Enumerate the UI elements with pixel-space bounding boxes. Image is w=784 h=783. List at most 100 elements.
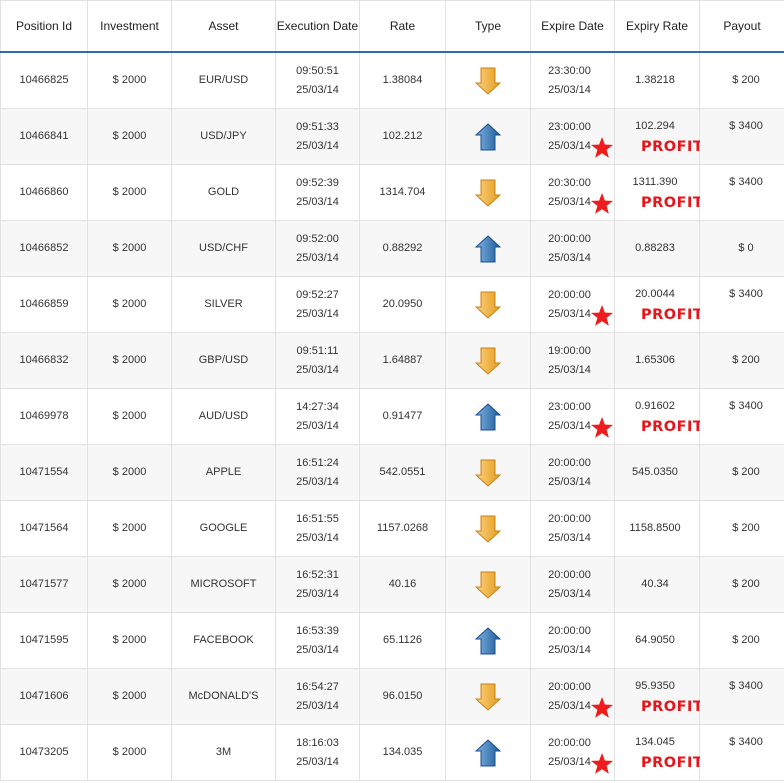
rate-value: 542.0551 (379, 466, 426, 479)
cell-asset: 3M (171, 724, 276, 781)
cell-payout: $ 200 (699, 444, 784, 501)
cell-rate: 0.88292 (359, 220, 446, 277)
cell-investment: $ 2000 (87, 164, 172, 221)
cell-execution-date: 16:51:55 25/03/14 (275, 500, 360, 557)
table-row[interactable]: 10469978 $ 2000 AUD/USD 14:27:34 25/03/14 0.9… (0, 388, 784, 445)
rate-value: 134.035 (382, 746, 423, 759)
expiry-rate-value: 20.0044 (635, 288, 675, 301)
header-payout[interactable]: Payout (699, 0, 784, 53)
execution-time: 09:51:33 (296, 121, 339, 134)
cell-type (445, 164, 531, 221)
star-icon (591, 193, 613, 214)
cell-expire-date: 20:00:00 25/03/14 (530, 276, 615, 333)
header-execution-date[interactable]: Execution Date (275, 0, 360, 53)
cell-investment: $ 2000 (87, 388, 172, 445)
cell-rate: 542.0551 (359, 444, 446, 501)
table-row[interactable]: 10466852 $ 2000 USD/CHF 09:52:00 25/03/14 0.8… (0, 220, 784, 277)
cell-rate: 65.1126 (359, 612, 446, 669)
cell-asset: EUR/USD (171, 51, 276, 109)
position-id: 10473205 (19, 746, 69, 759)
table-row[interactable]: 10473205 $ 2000 3M 18:16:03 25/03/14 134.035 2… (0, 724, 784, 781)
position-id: 10471577 (19, 578, 69, 591)
payout-value: $ 200 (732, 578, 760, 591)
cell-payout: $ 3400 (699, 668, 784, 725)
cell-rate: 40.16 (359, 556, 446, 613)
star-icon (591, 753, 613, 774)
table-row[interactable]: 10466825 $ 2000 EUR/USD 09:50:51 25/03/14 1.3… (0, 51, 784, 109)
investment-value: $ 2000 (112, 298, 147, 311)
cell-asset: GOOGLE (171, 500, 276, 557)
header-asset[interactable]: Asset (171, 0, 276, 53)
header-expire-date[interactable]: Expire Date (530, 0, 615, 53)
payout-value: $ 200 (732, 74, 760, 87)
cell-execution-date: 09:52:00 25/03/14 (275, 220, 360, 277)
asset-name: FACEBOOK (193, 634, 254, 647)
cell-rate: 102.212 (359, 108, 446, 165)
execution-date: 25/03/14 (296, 475, 339, 488)
cell-expire-date: 20:00:00 25/03/14 (530, 724, 615, 781)
cell-position-id: 10466841 (0, 108, 88, 165)
execution-date: 25/03/14 (296, 251, 339, 264)
cell-expiry-rate: 20.0044 PROFIT 1400 (614, 276, 751, 333)
cell-expiry-rate: 102.294 PROFIT 1400 (614, 108, 751, 165)
table-row[interactable]: 10466841 $ 2000 USD/JPY 09:51:33 25/03/14 102… (0, 108, 784, 165)
table-row[interactable]: 10471577 $ 2000 MICROSOFT 16:52:31 25/03/14 4… (0, 556, 784, 613)
cell-rate: 1157.0268 (359, 500, 446, 557)
execution-time: 09:52:27 (296, 289, 339, 302)
cell-type (445, 332, 531, 389)
table-row[interactable]: 10471554 $ 2000 APPLE 16:51:24 25/03/14 542.0… (0, 444, 784, 501)
header-investment[interactable]: Investment (87, 0, 172, 53)
cell-type (445, 668, 531, 725)
cell-expiry-rate: 0.91602 PROFIT 1400 (614, 388, 751, 445)
expiry-rate-value: 64.9050 (635, 634, 675, 647)
expire-time: 20:00:00 (548, 569, 591, 582)
cell-payout: $ 200 (699, 332, 784, 389)
cell-investment: $ 2000 (87, 51, 172, 109)
down-arrow-icon (475, 67, 501, 95)
expire-date: 25/03/14 (548, 699, 591, 712)
cell-asset: FACEBOOK (171, 612, 276, 669)
table-row[interactable]: 10471595 $ 2000 FACEBOOK 16:53:39 25/03/14 65… (0, 612, 784, 669)
expiry-rate-value: 0.91602 (635, 400, 675, 413)
cell-expiry-rate: 1.65306 (614, 332, 700, 389)
payout-value: $ 3400 (729, 680, 763, 693)
cell-position-id: 10466832 (0, 332, 88, 389)
table-row[interactable]: 10466860 $ 2000 GOLD 09:52:39 25/03/14 1314.7… (0, 164, 784, 221)
cell-execution-date: 16:51:24 25/03/14 (275, 444, 360, 501)
cell-rate: 134.035 (359, 724, 446, 781)
cell-expiry-rate: 1158.8500 (614, 500, 700, 557)
payout-value: $ 200 (732, 354, 760, 367)
cell-expire-date: 20:00:00 25/03/14 (530, 220, 615, 277)
expiry-rate-value: 1.65306 (635, 354, 675, 367)
asset-name: USD/CHF (199, 242, 248, 255)
investment-value: $ 2000 (112, 466, 147, 479)
payout-value: $ 200 (732, 634, 760, 647)
cell-execution-date: 09:51:11 25/03/14 (275, 332, 360, 389)
header-expiry-rate[interactable]: Expiry Rate (614, 0, 700, 53)
investment-value: $ 2000 (112, 522, 147, 535)
position-id: 10466825 (19, 74, 69, 87)
cell-execution-date: 16:53:39 25/03/14 (275, 612, 360, 669)
table-row[interactable]: 10471564 $ 2000 GOOGLE 16:51:55 25/03/14 1157… (0, 500, 784, 557)
table-row[interactable]: 10466832 $ 2000 GBP/USD 09:51:11 25/03/14 1.6… (0, 332, 784, 389)
cell-rate: 1314.704 (359, 164, 446, 221)
header-position-id[interactable]: Position Id (0, 0, 88, 53)
rate-value: 0.91477 (382, 410, 423, 423)
payout-value: $ 3400 (729, 176, 763, 189)
cell-expiry-rate: 0.88283 (614, 220, 700, 277)
execution-date: 25/03/14 (296, 531, 339, 544)
execution-date: 25/03/14 (296, 755, 339, 768)
cell-payout: $ 200 (699, 51, 784, 109)
rate-value: 1.38084 (382, 74, 423, 87)
expiry-rate-value: 102.294 (635, 120, 675, 133)
rate-value: 1.64887 (382, 354, 423, 367)
table-row[interactable]: 10471606 $ 2000 McDONALD'S 16:54:27 25/03/14… (0, 668, 784, 725)
table-row[interactable]: 10466859 $ 2000 SILVER 09:52:27 25/03/14 20.0… (0, 276, 784, 333)
execution-date: 25/03/14 (296, 195, 339, 208)
cell-execution-date: 09:52:39 25/03/14 (275, 164, 360, 221)
cell-expiry-rate: 134.045 PROFIT 1400 (614, 724, 751, 781)
execution-time: 16:52:31 (296, 569, 339, 582)
header-type[interactable]: Type (445, 0, 531, 53)
cell-asset: APPLE (171, 444, 276, 501)
header-rate[interactable]: Rate (359, 0, 446, 53)
